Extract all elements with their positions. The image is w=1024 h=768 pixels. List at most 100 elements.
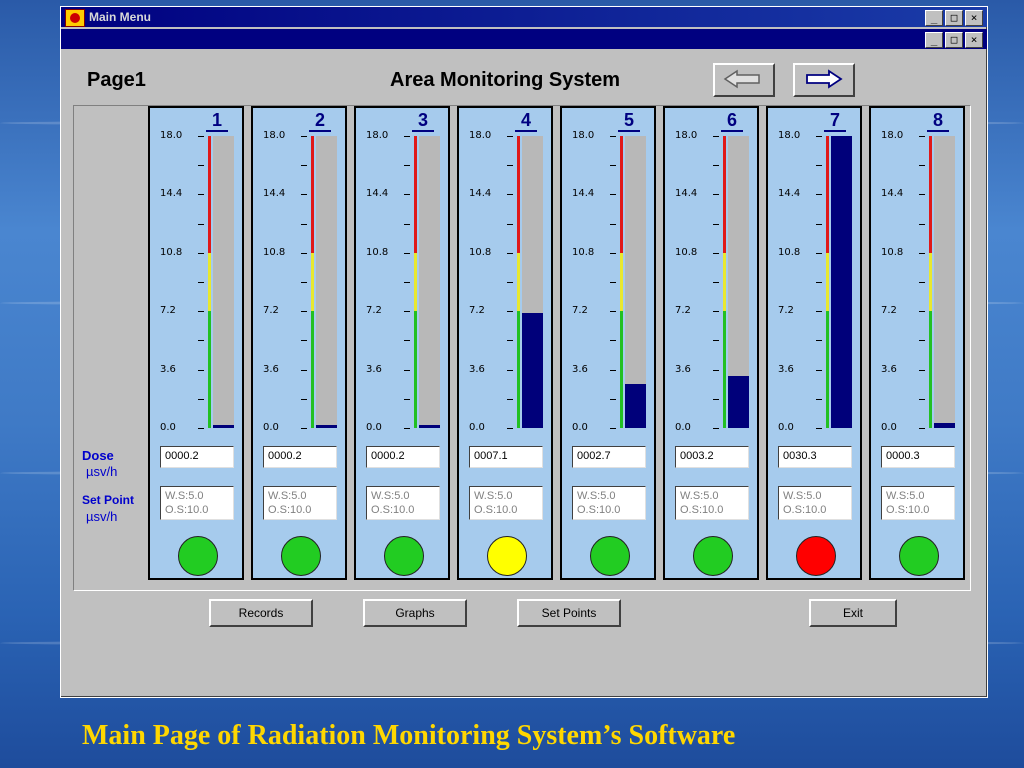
child-minimize-button[interactable]: _ (925, 32, 943, 48)
warning-zone-strip (414, 252, 417, 312)
warning-setpoint: W.S:5.0 (783, 490, 822, 502)
scale-tick-label: 0.0 (675, 422, 691, 433)
scale-minor-tick (816, 165, 822, 167)
scale-tick-mark (713, 194, 719, 196)
scale-tick-mark (198, 136, 204, 137)
scale-tick-label: 7.2 (778, 305, 794, 317)
scale-tick-mark (507, 136, 513, 137)
minimize-button[interactable]: _ (925, 10, 943, 26)
status-lamp (281, 536, 321, 576)
arrow-left-icon (723, 69, 760, 89)
normal-zone-strip (208, 311, 211, 428)
alarm-zone-strip (208, 136, 211, 253)
dose-value-field: 0003.2 (675, 446, 749, 468)
window-title-bar[interactable]: Main Menu _ □ × (61, 7, 987, 27)
dose-bar-track (831, 136, 852, 428)
scale-tick-label: 3.6 (366, 363, 382, 375)
scale-tick-label: 14.4 (160, 188, 183, 200)
status-lamp (693, 536, 733, 576)
scale-tick-label: 7.2 (263, 305, 279, 317)
warning-zone-strip (311, 252, 314, 312)
scale-tick-label: 3.6 (881, 363, 897, 375)
setpoint-label: Set Point (82, 493, 135, 507)
scale-minor-tick (610, 282, 616, 283)
warning-setpoint: W.S:5.0 (371, 490, 410, 502)
status-lamp (899, 536, 939, 576)
scale-tick-label: 18.0 (160, 130, 183, 141)
warning-zone-strip (723, 252, 726, 312)
back-button[interactable] (713, 63, 775, 97)
normal-zone-strip (414, 311, 417, 428)
scale-tick-mark (404, 428, 410, 429)
scale-tick-label: 0.0 (778, 422, 794, 433)
records-button[interactable]: Records (209, 599, 313, 627)
scale-tick-label: 0.0 (572, 422, 588, 433)
scale-minor-tick (301, 223, 307, 225)
scale-minor-tick (404, 282, 410, 283)
scale-tick-mark (713, 136, 719, 137)
scale-tick-label: 7.2 (366, 305, 382, 317)
scale-minor-tick (816, 223, 822, 225)
scale-tick-label: 7.2 (675, 305, 691, 317)
scale-tick-label: 3.6 (469, 363, 485, 375)
scale-tick-mark (713, 428, 719, 429)
scale-tick-label: 18.0 (881, 130, 904, 141)
status-lamp (384, 536, 424, 576)
overload-setpoint: O.S:10.0 (371, 504, 415, 516)
scale-tick-label: 10.8 (160, 246, 183, 258)
scale-tick-label: 14.4 (881, 188, 904, 200)
graphs-button[interactable]: Graphs (363, 599, 467, 627)
scale-tick-mark (610, 311, 616, 313)
child-window-title-bar[interactable]: _ □ × (61, 29, 987, 49)
child-close-button[interactable]: × (965, 32, 983, 48)
scale-minor-tick (713, 223, 719, 225)
scale-minor-tick (610, 165, 616, 167)
channel-4: 4 18.0 14.4 10.8 7.2 3.6 0.0 0007.1 W.S:5.0 O.S:1… (457, 106, 553, 580)
alarm-zone-strip (414, 136, 417, 253)
scale-minor-tick (919, 398, 925, 400)
dose-bar-fill (213, 424, 234, 428)
overload-setpoint: O.S:10.0 (165, 504, 209, 516)
main-menu-window: Main Menu _ □ × _ □ × Page1 Area Monitor… (60, 6, 988, 698)
scale-minor-tick (404, 398, 410, 400)
channel-number: 6 (720, 110, 743, 132)
scale-tick-label: 7.2 (881, 305, 897, 317)
scale-tick-label: 18.0 (778, 130, 801, 141)
channel-1: 1 18.0 14.4 10.8 7.2 3.6 0.0 0000.2 W.S:5.0 O.S:1… (148, 106, 244, 580)
channel-number: 5 (617, 110, 640, 132)
dose-value-field: 0000.2 (263, 446, 337, 468)
child-maximize-button[interactable]: □ (945, 32, 963, 48)
exit-button[interactable]: Exit (809, 599, 897, 627)
warning-setpoint: W.S:5.0 (268, 490, 307, 502)
close-button[interactable]: × (965, 10, 983, 26)
scale-tick-mark (610, 252, 616, 254)
warning-zone-strip (826, 252, 829, 312)
scale-tick-mark (198, 194, 204, 196)
scale-tick-label: 10.8 (366, 246, 389, 258)
normal-zone-strip (929, 311, 932, 428)
scale-tick-label: 18.0 (263, 130, 286, 141)
scale-tick-label: 10.8 (263, 246, 286, 258)
scale-minor-tick (816, 340, 822, 342)
scale-tick-label: 3.6 (572, 363, 588, 375)
status-lamp (487, 536, 527, 576)
scale-tick-mark (816, 136, 822, 137)
setpoint-field: W.S:5.0 O.S:10.0 (263, 486, 337, 520)
scale-minor-tick (919, 223, 925, 225)
scale-tick-mark (919, 428, 925, 429)
dose-value-field: 0002.7 (572, 446, 646, 468)
forward-button[interactable] (793, 63, 855, 97)
status-lamp (796, 536, 836, 576)
scale-minor-tick (919, 340, 925, 342)
alarm-zone-strip (620, 136, 623, 253)
scale-minor-tick (301, 398, 307, 400)
scale-tick-label: 14.4 (469, 188, 492, 200)
scale-minor-tick (713, 165, 719, 167)
scale-minor-tick (713, 282, 719, 283)
scale-minor-tick (198, 223, 204, 225)
set-points-button[interactable]: Set Points (517, 599, 621, 627)
maximize-button[interactable]: □ (945, 10, 963, 26)
scale-minor-tick (198, 398, 204, 400)
channel-number: 3 (411, 110, 434, 132)
scale-minor-tick (507, 340, 513, 342)
